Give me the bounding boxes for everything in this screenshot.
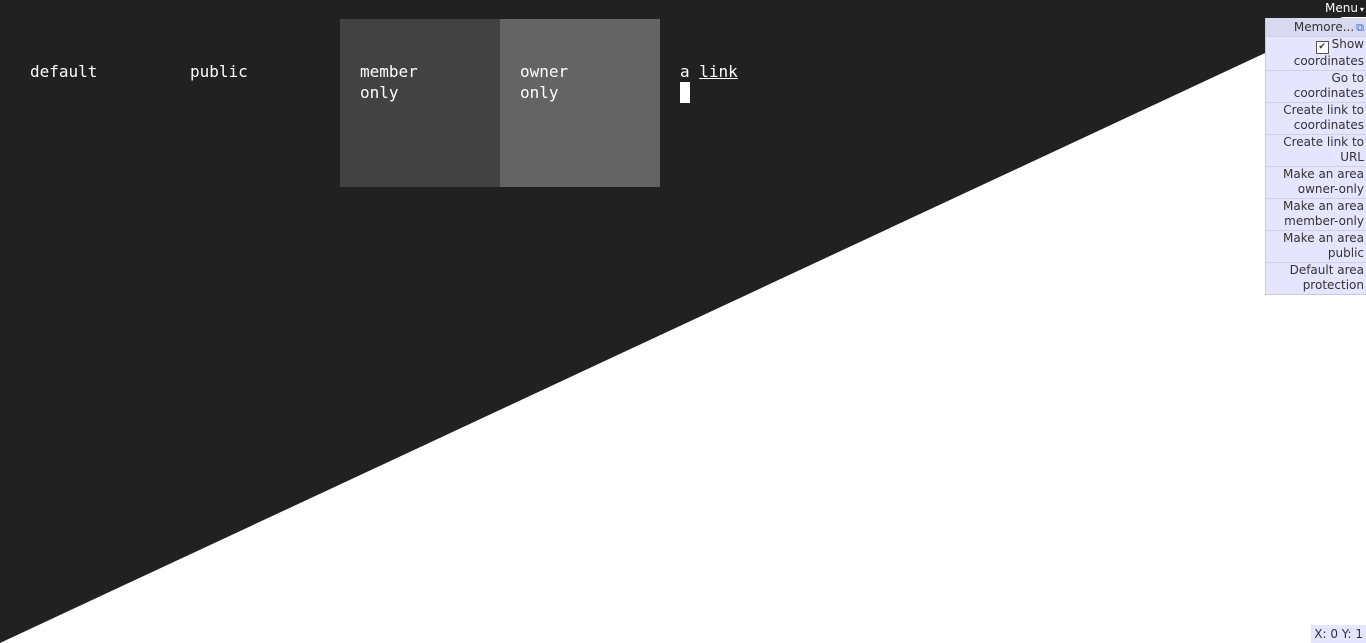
coordinates-readout: X: 0 Y: 1 <box>1311 625 1366 643</box>
cell-public-text: public <box>190 62 248 81</box>
world-canvas[interactable]: default public member only owner only a … <box>0 0 1366 643</box>
menu-item-show-coordinates-label: Show coordinates <box>1293 37 1364 68</box>
external-link-icon: ⧉ <box>1356 21 1364 34</box>
menu-item-go-to-coordinates-label: Go to coordinates <box>1293 71 1364 100</box>
menu-item-link-to-coordinates-label: Create link to coordinates <box>1283 103 1364 132</box>
menu-item-public-label: Make an area public <box>1283 231 1364 260</box>
chevron-down-icon: ▾ <box>1359 5 1364 14</box>
checkbox-checked-icon[interactable]: ✔ <box>1315 41 1329 54</box>
menu-item-go-to-coordinates[interactable]: Go to coordinates <box>1266 70 1366 102</box>
menu-item-more[interactable]: Mem​ore... ⧉ <box>1266 18 1366 36</box>
menu-item-member-only-label: Make an area member-only <box>1283 199 1364 228</box>
text-cursor <box>680 82 690 103</box>
cell-default[interactable]: default <box>10 19 170 187</box>
menu-item-link-to-url-label: Create link to URL <box>1283 135 1364 164</box>
menu-item-default-protection[interactable]: Default area protection <box>1266 262 1366 294</box>
cell-owner-only[interactable]: owner only <box>500 19 660 187</box>
cell-link[interactable]: a link <box>660 19 820 187</box>
menu-item-member-only[interactable]: Make an area member-only <box>1266 198 1366 230</box>
menu-item-owner-only-label: Make an area owner-only <box>1283 167 1364 196</box>
menu-item-public[interactable]: Make an area public <box>1266 230 1366 262</box>
link-prefix-text: a <box>680 62 700 81</box>
menu-button-label: Menu <box>1325 1 1358 15</box>
menu-item-owner-only[interactable]: Make an area owner-only <box>1266 166 1366 198</box>
menu-item-default-protection-label: Default area protection <box>1289 263 1364 292</box>
cell-owner-text: owner only <box>520 62 569 102</box>
link[interactable]: link <box>699 62 738 81</box>
cell-default-text: default <box>30 62 98 81</box>
menu-button[interactable]: Menu ▾ <box>1321 0 1366 17</box>
menu-item-show-coordinates[interactable]: ✔ Show coordinates <box>1266 36 1366 70</box>
menu-item-link-to-coordinates[interactable]: Create link to coordinates <box>1266 102 1366 134</box>
cell-member-text: member only <box>360 62 418 102</box>
cell-member-only[interactable]: member only <box>340 19 500 187</box>
menu-item-more-label: Mem​ore... <box>1293 20 1355 34</box>
cell-public[interactable]: public <box>170 19 330 187</box>
menu-panel: Mem​ore... ⧉ ✔ Show coordinates Go to coor… <box>1265 18 1366 295</box>
menu-item-link-to-url[interactable]: Create link to URL <box>1266 134 1366 166</box>
